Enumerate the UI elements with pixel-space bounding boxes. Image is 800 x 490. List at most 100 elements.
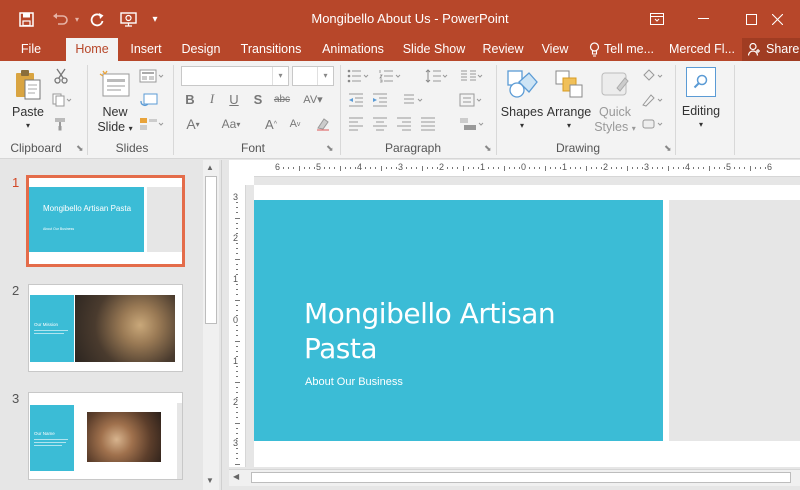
columns-icon[interactable] (458, 67, 484, 85)
arrange-label[interactable]: Arrange (544, 105, 594, 119)
font-size-dropdown-icon[interactable]: ▾ (317, 67, 333, 85)
character-spacing-icon[interactable]: AV▾ (298, 91, 328, 107)
format-painter-icon[interactable] (52, 115, 70, 133)
underline-icon[interactable]: U (226, 91, 242, 107)
align-center-icon[interactable] (370, 115, 390, 133)
quick-styles-label[interactable]: Quick Styles ▾ (592, 105, 638, 136)
scroll-down-icon[interactable]: ▼ (206, 476, 214, 485)
clipboard-dialog-launcher-icon[interactable]: ⬊ (76, 143, 84, 154)
paste-label[interactable]: Paste (8, 105, 48, 119)
shape-outline-icon[interactable] (640, 91, 666, 109)
bullets-icon[interactable] (346, 67, 372, 85)
font-dialog-launcher-icon[interactable]: ⬊ (326, 143, 334, 154)
clear-formatting-icon[interactable] (314, 115, 332, 133)
quick-styles-icon[interactable] (598, 67, 632, 101)
ruler-tick (234, 463, 240, 465)
layout-icon[interactable] (138, 67, 166, 85)
align-right-icon[interactable] (394, 115, 414, 133)
tab-slide-show[interactable]: Slide Show (397, 38, 471, 61)
tab-animations[interactable]: Animations (314, 38, 392, 61)
close-icon[interactable] (754, 0, 800, 38)
slide-thumbnail-3[interactable]: Our Name (28, 392, 183, 480)
new-slide-label[interactable]: New Slide ▾ (93, 105, 137, 136)
thumbnail-scrollbar[interactable]: ▲ ▼ (203, 160, 219, 490)
shapes-dropdown-icon[interactable]: ▾ (516, 121, 528, 130)
shape-effects-icon[interactable] (640, 115, 666, 133)
align-text-icon[interactable] (458, 91, 484, 109)
increase-font-size-icon[interactable]: A ^ (262, 115, 280, 133)
tab-review[interactable]: Review (477, 38, 529, 61)
text-direction-icon[interactable] (400, 91, 430, 109)
title-placeholder-block[interactable]: Mongibello Artisan Pasta About Our Busin… (254, 200, 663, 441)
tab-home[interactable]: Home (66, 38, 118, 62)
share-button[interactable]: Share (742, 38, 800, 61)
minimize-icon[interactable] (680, 0, 726, 38)
slide-title[interactable]: Mongibello Artisan Pasta (304, 296, 644, 366)
tell-me-search[interactable]: Tell me... (586, 38, 662, 61)
change-case-icon[interactable]: Aa ▾ (216, 115, 246, 133)
font-size-combobox[interactable]: ▾ (292, 66, 334, 86)
bold-icon[interactable]: B (182, 91, 198, 107)
copy-icon[interactable] (50, 91, 74, 109)
section-icon[interactable] (138, 115, 166, 133)
reset-slide-icon[interactable] (138, 91, 160, 109)
scroll-left-icon[interactable]: ◀ (233, 472, 239, 481)
numbering-icon[interactable] (378, 67, 404, 85)
ruler-tick (234, 258, 240, 260)
justify-icon[interactable] (418, 115, 438, 133)
ribbon-display-options-icon[interactable] (634, 0, 680, 38)
shapes-icon[interactable] (504, 67, 540, 101)
line-spacing-icon[interactable] (424, 67, 450, 85)
scroll-up-icon[interactable]: ▲ (206, 163, 214, 172)
arrange-icon[interactable] (552, 67, 586, 101)
ruler-label: 1 (480, 162, 486, 172)
paste-icon[interactable] (12, 69, 44, 101)
image-placeholder[interactable] (669, 200, 800, 441)
slide-thumbnail-2[interactable]: Our Mission (28, 284, 183, 372)
scrollbar-thumb[interactable] (251, 472, 791, 483)
arrange-dropdown-icon[interactable]: ▾ (563, 121, 575, 130)
ruler-tick (236, 427, 238, 429)
smartart-icon[interactable] (458, 115, 486, 133)
shapes-label[interactable]: Shapes (500, 105, 544, 119)
decrease-indent-icon[interactable] (346, 91, 366, 109)
ruler-tick (236, 289, 238, 291)
cut-icon[interactable] (52, 67, 70, 85)
strikethrough-icon[interactable]: abc (272, 91, 292, 107)
scrollbar-thumb[interactable] (205, 176, 217, 324)
drawing-dialog-launcher-icon[interactable]: ⬊ (664, 143, 672, 154)
current-slide-canvas[interactable]: Mongibello Artisan Pasta About Our Busin… (254, 185, 800, 467)
slide-thumbnail-1[interactable]: Mongibello Artisan Pasta About Our Busin… (26, 175, 185, 267)
tab-transitions[interactable]: Transitions (234, 38, 308, 61)
font-name-combobox[interactable]: ▾ (181, 66, 289, 86)
new-slide-icon[interactable] (98, 69, 132, 99)
shape-fill-icon[interactable] (640, 67, 666, 85)
account-name[interactable]: Merced Fl... (664, 38, 740, 61)
vertical-ruler[interactable]: 3 2 1 0 1 2 3 (229, 185, 246, 467)
font-name-dropdown-icon[interactable]: ▾ (272, 67, 288, 85)
ruler-tick (236, 330, 238, 332)
italic-icon[interactable]: I (204, 91, 220, 107)
editor-horizontal-scrollbar[interactable]: ◀ (229, 469, 800, 486)
tab-design[interactable]: Design (176, 38, 226, 61)
tab-view[interactable]: View (535, 38, 575, 61)
paragraph-dialog-launcher-icon[interactable]: ⬊ (484, 143, 492, 154)
tab-file[interactable]: File (10, 38, 52, 61)
find-icon[interactable] (686, 67, 716, 97)
align-left-icon[interactable] (346, 115, 366, 133)
ribbon-separator (734, 65, 735, 155)
ruler-tick (452, 167, 454, 169)
tab-insert[interactable]: Insert (122, 38, 170, 61)
thumb-title-block: Our Mission (30, 295, 74, 362)
ruler-tick (672, 167, 674, 169)
editing-dropdown-icon[interactable]: ▾ (695, 120, 707, 129)
paste-dropdown-icon[interactable]: ▾ (22, 121, 34, 130)
slide-subtitle[interactable]: About Our Business (305, 376, 403, 388)
editing-label[interactable]: Editing (676, 104, 726, 118)
font-color-icon[interactable]: A ▾ (182, 115, 204, 133)
increase-indent-icon[interactable] (370, 91, 390, 109)
horizontal-ruler[interactable]: 6 5 4 3 2 1 0 1 2 3 4 5 6 (254, 160, 800, 177)
decrease-font-size-icon[interactable]: Av (286, 115, 304, 133)
text-shadow-icon[interactable]: S (250, 91, 266, 107)
ruler-label: 2 (233, 397, 239, 407)
